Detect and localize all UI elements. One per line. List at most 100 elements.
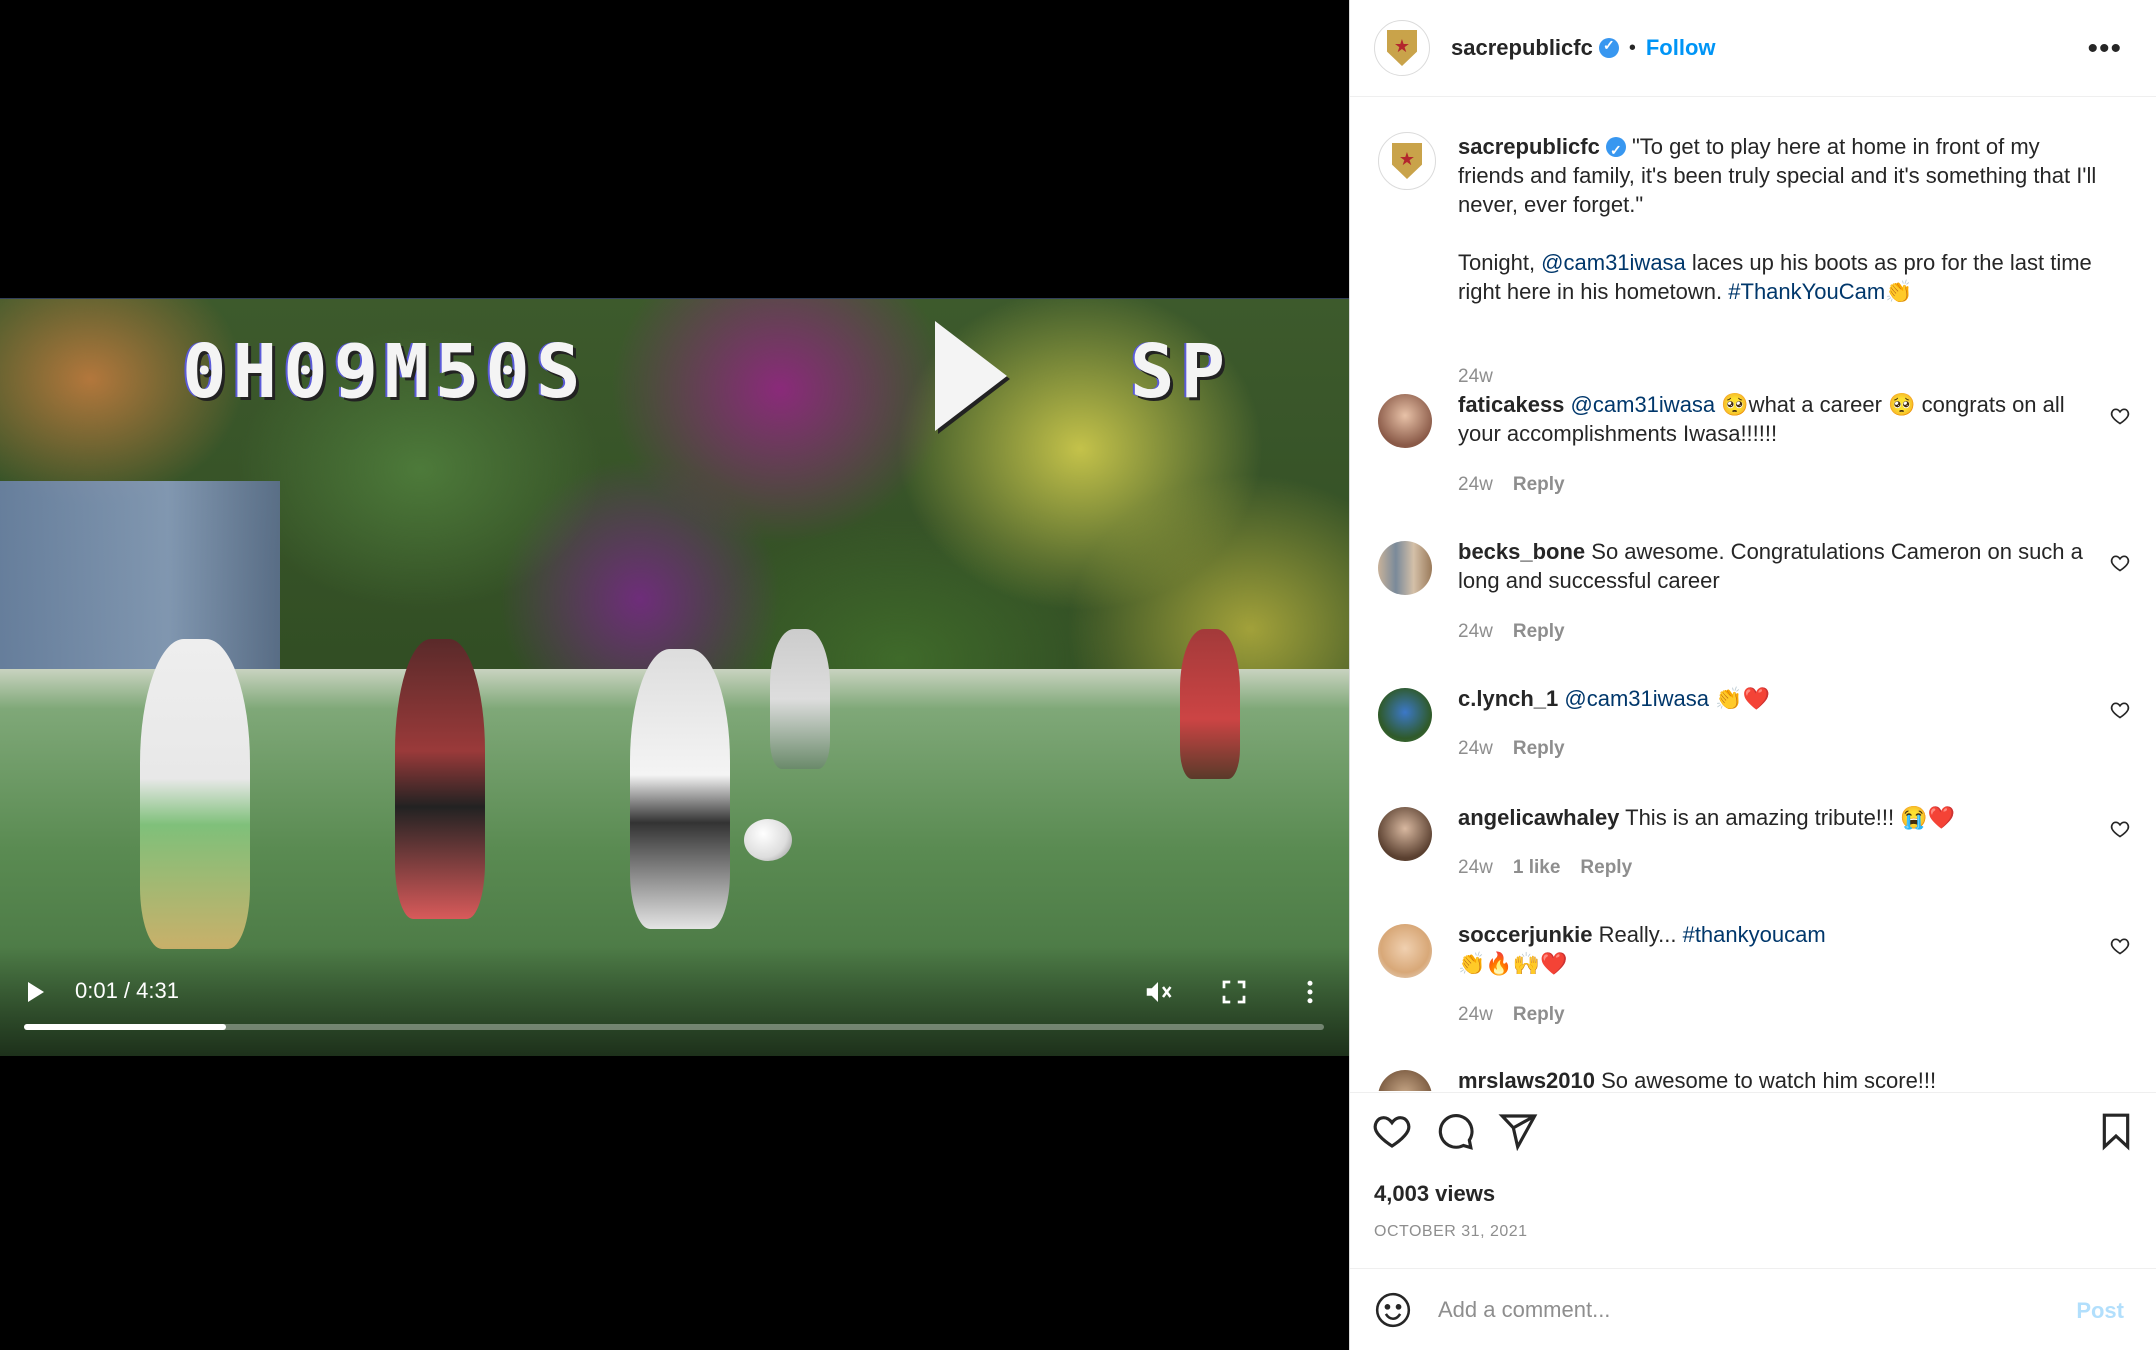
comment-emojis: 👏🔥🙌❤️ (1458, 951, 1568, 976)
avatar[interactable] (1378, 924, 1432, 978)
comment-time: 24w (1458, 738, 1493, 759)
post-button[interactable]: Post (2076, 1298, 2124, 1324)
caption: sacrepublicfc "To get to play here at ho… (1350, 132, 2156, 387)
post-dialog: 0H09M50S SP 0:01 / 4:31 ★ sacrepublicfc … (0, 0, 2156, 1350)
views-count[interactable]: 4,003 views (1374, 1181, 1495, 1207)
video-player[interactable]: 0H09M50S SP 0:01 / 4:31 (0, 298, 1349, 1056)
player-figure (630, 649, 730, 929)
like-comment-icon[interactable] (2110, 936, 2130, 956)
caption-meta: 24w (1458, 366, 1493, 388)
like-comment-icon[interactable] (2110, 406, 2130, 426)
hashtag-link[interactable]: #ThankYouCam (1728, 279, 1885, 304)
comment-item: becks_bone So awesome. Congratulations C… (1350, 539, 2156, 643)
avatar[interactable] (1378, 807, 1432, 861)
avatar[interactable] (1378, 541, 1432, 595)
video-frame: 0H09M50S SP (0, 299, 1349, 1056)
hashtag-link[interactable]: #thankyoucam (1683, 922, 1826, 947)
comment-item: mrslaws2010 So awesome to watch him scor… (1350, 1068, 2156, 1091)
add-comment-bar: Post (1350, 1268, 2156, 1350)
player-figure (1180, 629, 1240, 779)
comment-body: 👏❤️ (1709, 686, 1770, 711)
fence (0, 481, 280, 671)
avatar[interactable] (1378, 132, 1436, 190)
caption-username[interactable]: sacrepublicfc (1458, 134, 1600, 159)
verified-badge-icon (1605, 136, 1626, 165)
comment-text: becks_bone So awesome. Congratulations C… (1458, 537, 2098, 595)
comment-item: c.lynch_1 @cam31iwasa 👏❤️ 24w Reply (1350, 686, 2156, 768)
comment-bubble-icon[interactable] (1435, 1111, 1475, 1151)
avatar[interactable] (1378, 688, 1432, 742)
comment-username[interactable]: soccerjunkie (1458, 922, 1593, 947)
comment-time: 24w (1458, 857, 1493, 878)
reply-button[interactable]: Reply (1580, 857, 1632, 879)
comment-time: 24w (1458, 621, 1493, 642)
comment-username[interactable]: mrslaws2010 (1458, 1068, 1595, 1091)
comment-username[interactable]: faticakess (1458, 392, 1564, 417)
like-comment-icon[interactable] (2110, 553, 2130, 573)
comments-list[interactable]: sacrepublicfc "To get to play here at ho… (1350, 98, 2156, 1091)
share-paper-plane-icon[interactable] (1498, 1111, 1538, 1151)
comment-body: This is an amazing tribute!!! 😭❤️ (1619, 805, 1956, 830)
caption-emoji: 👏 (1885, 279, 1913, 304)
video-controls: 0:01 / 4:31 (0, 946, 1349, 1056)
comment-text: soccerjunkie Really... #thankyoucam 👏🔥🙌❤… (1458, 920, 2098, 978)
like-heart-icon[interactable] (1372, 1111, 1412, 1151)
comment-time: 24w (1458, 474, 1493, 495)
fullscreen-icon[interactable] (1216, 974, 1252, 1010)
comment-meta: 24w 1 like Reply (1458, 857, 1632, 879)
post-header: sacrepublicfc • Follow ••• (1350, 0, 2156, 97)
more-options-icon[interactable]: ••• (2087, 34, 2122, 64)
comment-meta: 24w Reply (1458, 621, 1565, 643)
comment-username[interactable]: becks_bone (1458, 539, 1585, 564)
verified-badge-icon (1598, 37, 1619, 58)
emoji-icon[interactable] (1374, 1291, 1412, 1329)
comment-item: angelicawhaley This is an amazing tribut… (1350, 805, 2156, 887)
username-link[interactable]: sacrepublicfc (1451, 35, 1593, 61)
comment-body: Really... (1592, 922, 1683, 947)
bookmark-icon[interactable] (2096, 1111, 2136, 1151)
vhs-mode: SP (1130, 329, 1232, 415)
like-comment-icon[interactable] (2110, 819, 2130, 839)
comment-username[interactable]: angelicawhaley (1458, 805, 1619, 830)
comment-item: faticakess @cam31iwasa 🥺what a career 🥺 … (1350, 392, 2156, 496)
avatar[interactable] (1378, 394, 1432, 448)
mention-link[interactable]: @cam31iwasa (1541, 250, 1686, 275)
comment-meta: 24w Reply (1458, 738, 1565, 760)
caption-text: sacrepublicfc "To get to play here at ho… (1458, 132, 2098, 306)
progress-bar[interactable] (24, 1024, 1324, 1030)
post-date: OCTOBER 31, 2021 (1374, 1223, 1528, 1240)
comment-text: c.lynch_1 @cam31iwasa 👏❤️ (1458, 684, 2098, 713)
comment-text: mrslaws2010 So awesome to watch him scor… (1458, 1066, 2098, 1091)
comment-input[interactable] (1438, 1289, 1998, 1331)
reply-button[interactable]: Reply (1513, 621, 1565, 643)
mention-link[interactable]: @cam31iwasa (1564, 686, 1709, 711)
reply-button[interactable]: Reply (1513, 474, 1565, 496)
separator: • (1628, 36, 1636, 59)
comment-meta: 24w Reply (1458, 1004, 1565, 1026)
progress-fill (24, 1024, 226, 1030)
player-figure (395, 639, 485, 919)
play-icon[interactable] (28, 982, 44, 1002)
comment-text: faticakess @cam31iwasa 🥺what a career 🥺 … (1458, 390, 2098, 448)
avatar[interactable] (1378, 1070, 1432, 1091)
caption-time: 24w (1458, 366, 1493, 387)
mention-link[interactable]: @cam31iwasa (1571, 392, 1716, 417)
reply-button[interactable]: Reply (1513, 738, 1565, 760)
media-area: 0H09M50S SP 0:01 / 4:31 (0, 0, 1349, 1350)
video-time: 0:01 / 4:31 (75, 978, 179, 1003)
vhs-timestamp: 0H09M50S (182, 329, 587, 415)
avatar[interactable] (1374, 20, 1430, 76)
likes-count[interactable]: 1 like (1513, 857, 1561, 879)
comment-item: soccerjunkie Really... #thankyoucam 👏🔥🙌❤… (1350, 922, 2156, 1026)
like-comment-icon[interactable] (2110, 700, 2130, 720)
club-crest-icon (1392, 143, 1422, 179)
comment-text: angelicawhaley This is an amazing tribut… (1458, 803, 2098, 832)
post-panel: sacrepublicfc • Follow ••• sacrepublicfc… (1349, 0, 2156, 1350)
reply-button[interactable]: Reply (1513, 1004, 1565, 1026)
mute-icon[interactable] (1140, 974, 1176, 1010)
comment-body: So awesome to watch him score!!! (1595, 1068, 1937, 1091)
follow-button[interactable]: Follow (1646, 35, 1716, 61)
more-options-icon[interactable] (1292, 974, 1328, 1010)
comment-username[interactable]: c.lynch_1 (1458, 686, 1558, 711)
post-actions: 4,003 views OCTOBER 31, 2021 (1350, 1092, 2156, 1268)
